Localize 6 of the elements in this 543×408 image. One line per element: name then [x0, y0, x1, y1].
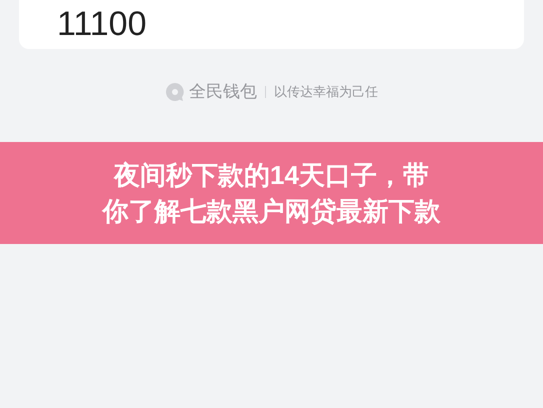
brand-name: 全民钱包: [189, 81, 257, 104]
amount-text: 11100: [57, 6, 146, 42]
banner-title: 你了解七款黑户网贷最新下款: [102, 195, 440, 228]
banner-title: 夜间秒下款的14天口子，带: [114, 159, 429, 192]
slogan-text: 以传达幸福为己任: [274, 83, 378, 102]
chat-bubble-icon: [165, 82, 185, 102]
